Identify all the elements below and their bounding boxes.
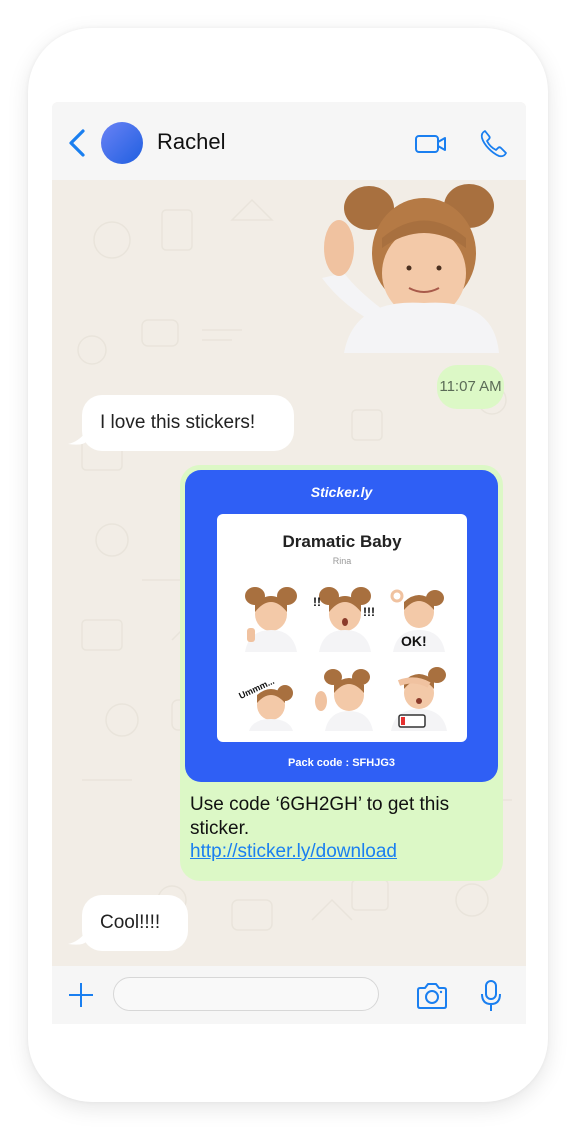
message-input[interactable] [113, 977, 379, 1011]
message-time: 11:07 AM [439, 378, 502, 395]
composer-bar [52, 966, 526, 1024]
sticker-thumb [237, 584, 305, 657]
svg-text:!!: !! [313, 595, 321, 609]
bubble-tail [68, 932, 86, 945]
incoming-message: I love this stickers! [82, 395, 294, 451]
chat-header: Rachel [52, 102, 526, 180]
pack-code: Pack code : SFHJG3 [288, 757, 395, 769]
message-text: Cool!!!! [100, 912, 161, 933]
phone-icon[interactable] [478, 128, 510, 160]
chevron-left-icon[interactable] [66, 128, 88, 158]
sticker-thumb: OK! [385, 584, 453, 657]
svg-text:OK!: OK! [401, 633, 427, 649]
contact-name[interactable]: Rachel [157, 129, 225, 155]
sticker-grid: !!!!! OK! Ummm... [237, 584, 453, 731]
incoming-message: Cool!!!! [82, 895, 188, 951]
outgoing-time-bubble: 11:07 AM [437, 365, 504, 409]
pack-title: Dramatic Baby [282, 532, 402, 551]
sticker-image[interactable] [314, 180, 504, 356]
avatar[interactable] [101, 122, 143, 164]
camera-icon[interactable] [415, 982, 449, 1010]
download-link[interactable]: http://sticker.ly/download [190, 841, 397, 863]
sticker-thumb: !!!!! [311, 584, 379, 657]
brand-logo: Sticker.ly [310, 484, 373, 500]
outgoing-sticker-pack-message: Sticker.ly Dramatic Baby Rina !!!!! OK! [180, 465, 503, 881]
chat-screen: Rachel 11:07 AM I love this stickers! St… [52, 102, 526, 1024]
svg-text:!!!: !!! [363, 605, 375, 619]
microphone-icon[interactable] [480, 980, 502, 1012]
message-text: Use code ‘6GH2GH’ to get this sticker. [190, 794, 450, 839]
sticker-pack-preview: Dramatic Baby Rina !!!!! OK! Ummm... [217, 514, 467, 742]
chat-area: 11:07 AM I love this stickers! Sticker.l… [52, 180, 526, 966]
bubble-tail [68, 432, 86, 445]
sticker-thumb [311, 663, 379, 736]
plus-icon[interactable] [68, 982, 94, 1008]
sticker-thumb: Ummm... [237, 663, 305, 736]
video-camera-icon[interactable] [414, 130, 448, 158]
sticker-pack-card[interactable]: Sticker.ly Dramatic Baby Rina !!!!! OK! [185, 470, 498, 782]
sticker-thumb [385, 663, 453, 736]
message-text: I love this stickers! [100, 412, 256, 433]
pack-author: Rina [332, 556, 352, 566]
